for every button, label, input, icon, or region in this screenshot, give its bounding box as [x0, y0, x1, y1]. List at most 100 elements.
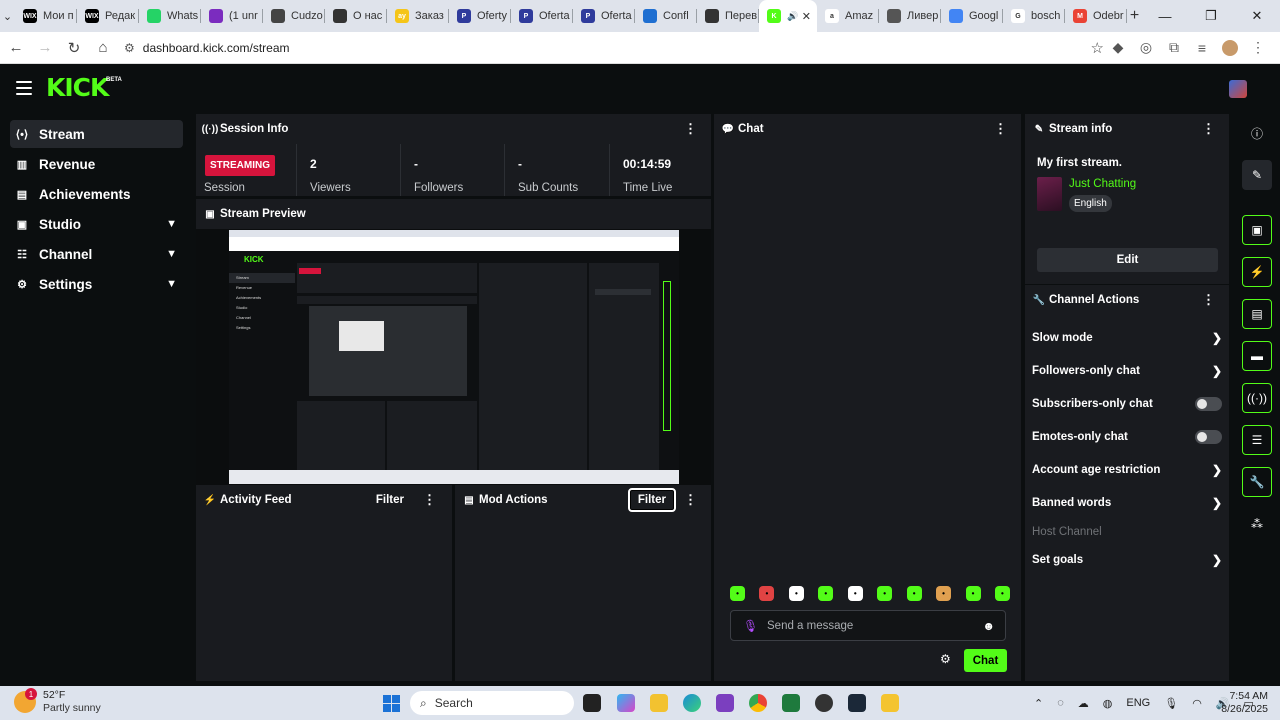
- excel-icon[interactable]: [782, 694, 800, 712]
- more-options-icon[interactable]: ⋮: [684, 121, 697, 137]
- wifi-icon[interactable]: ◠: [1192, 697, 1202, 710]
- app-icon[interactable]: [881, 694, 899, 712]
- extensions-puzzle-icon[interactable]: ⧉: [1160, 39, 1188, 56]
- chrome-icon[interactable]: [749, 694, 767, 712]
- browser-menu-icon[interactable]: ⋮: [1244, 39, 1272, 56]
- url-field[interactable]: ⚙ dashboard.kick.com/stream ☆: [124, 35, 1104, 61]
- language-indicator[interactable]: ENG: [1126, 697, 1150, 709]
- more-options-icon[interactable]: ⋮: [684, 492, 697, 508]
- user-avatar[interactable]: [1229, 80, 1247, 98]
- browser-tab[interactable]: Ливер: [879, 0, 941, 32]
- browser-tab[interactable]: Confl: [635, 0, 697, 32]
- close-tab-icon[interactable]: ✕: [802, 10, 811, 23]
- subscribers-only-toggle[interactable]: [1195, 397, 1222, 411]
- mod-filter-button[interactable]: Filter: [627, 488, 676, 512]
- emote-icon[interactable]: •: [877, 586, 893, 601]
- browser-tab[interactable]: ay Заказ: [387, 0, 449, 32]
- onedrive-icon[interactable]: ☁: [1078, 697, 1089, 710]
- browser-tab[interactable]: P Oferta: [511, 0, 573, 32]
- restore-icon[interactable]: ❐: [1188, 0, 1234, 32]
- emotes-only-toggle[interactable]: [1195, 430, 1222, 444]
- profile-avatar[interactable]: [1216, 39, 1244, 56]
- sidebar-item-settings[interactable]: ⚙ Settings ▼: [10, 270, 183, 298]
- pencil-icon[interactable]: ✎: [1242, 160, 1272, 190]
- browser-tab[interactable]: О нас: [325, 0, 387, 32]
- emote-icon[interactable]: •: [936, 586, 952, 601]
- emote-icon[interactable]: •: [818, 586, 834, 601]
- followers-only-row[interactable]: Followers-only chat ❯: [1032, 361, 1222, 381]
- broadcast-icon[interactable]: ((·)): [1242, 383, 1272, 413]
- chevron-up-icon[interactable]: ⌃: [1034, 697, 1043, 710]
- microphone-icon[interactable]: 🎙: [1164, 697, 1178, 710]
- chat-settings-gear-icon[interactable]: ⚙: [940, 652, 951, 666]
- sidebar-item-stream[interactable]: ⟨•⟩ Stream: [10, 120, 183, 148]
- site-info-icon[interactable]: ⚙: [124, 41, 135, 55]
- tray-app-icon[interactable]: ◍: [1103, 697, 1113, 710]
- file-explorer-icon[interactable]: [650, 694, 668, 712]
- browser-tab[interactable]: a Amaz: [817, 0, 879, 32]
- browser-tab[interactable]: Whats: [139, 0, 201, 32]
- copilot-icon[interactable]: [617, 694, 635, 712]
- browser-tab[interactable]: P Oferta: [573, 0, 635, 32]
- taskbar-search-box[interactable]: ⌕ Search: [410, 691, 574, 715]
- more-options-icon[interactable]: ⋮: [423, 492, 436, 508]
- sidebar-item-channel[interactable]: ☷ Channel ▼: [10, 240, 183, 268]
- bookmark-star-icon[interactable]: ☆: [1091, 39, 1104, 57]
- kick-logo[interactable]: KICK: [46, 75, 109, 101]
- more-options-icon[interactable]: ⋮: [1202, 292, 1215, 308]
- emoji-icon[interactable]: ☻: [982, 619, 995, 633]
- add-widget-icon[interactable]: ⁂: [1242, 509, 1272, 539]
- emote-icon[interactable]: •: [965, 586, 981, 601]
- emote-icon[interactable]: •: [759, 586, 775, 601]
- more-options-icon[interactable]: ⋮: [994, 121, 1007, 137]
- extension-icon[interactable]: ◆: [1104, 39, 1132, 56]
- app-icon[interactable]: [716, 694, 734, 712]
- emote-icon[interactable]: •: [994, 586, 1010, 601]
- browser-tab[interactable]: WIX Мои п: [15, 0, 77, 32]
- more-options-icon[interactable]: ⋮: [1202, 121, 1215, 137]
- minimize-icon[interactable]: —: [1142, 0, 1188, 32]
- browser-tab[interactable]: M Odebr: [1065, 0, 1127, 32]
- browser-tab[interactable]: Cudzo: [263, 0, 325, 32]
- task-view-icon[interactable]: [583, 694, 601, 712]
- banned-words-row[interactable]: Banned words ❯: [1032, 493, 1222, 513]
- emote-icon[interactable]: •: [730, 586, 745, 601]
- clock[interactable]: 7:54 AM 8/26/2025: [1218, 690, 1268, 716]
- sidebar-item-revenue[interactable]: ▥ Revenue: [10, 150, 183, 178]
- emote-icon[interactable]: •: [788, 586, 804, 601]
- lightning-icon[interactable]: ⚡: [1242, 257, 1272, 287]
- browser-tab[interactable]: P Oferty: [449, 0, 511, 32]
- tab-audio-icon[interactable]: 🔊: [787, 11, 798, 22]
- layout-icon[interactable]: ☰: [1242, 425, 1272, 455]
- browser-tab[interactable]: Gbosch: [1003, 0, 1065, 32]
- activity-filter-button[interactable]: Filter: [367, 489, 413, 511]
- menu-hamburger-icon[interactable]: [16, 81, 32, 95]
- info-icon[interactable]: ⓘ: [1242, 118, 1272, 148]
- chat-message-input[interactable]: 🎙 Send a message ☻: [730, 610, 1006, 641]
- weather-widget[interactable]: 1 52°F Partly sunny: [14, 688, 101, 715]
- chat-send-button[interactable]: Chat: [964, 649, 1007, 672]
- preview-frame-icon[interactable]: ▣: [1242, 215, 1272, 245]
- sidebar-item-studio[interactable]: ▣ Studio ▼: [10, 210, 183, 238]
- forward-icon[interactable]: →: [32, 35, 58, 61]
- account-age-row[interactable]: Account age restriction ❯: [1032, 460, 1222, 480]
- document-icon[interactable]: ▤: [1242, 299, 1272, 329]
- browser-tab[interactable]: K 🔊 ✕: [759, 0, 817, 32]
- chat-bubble-icon[interactable]: ▬: [1242, 341, 1272, 371]
- stream-preview-video[interactable]: KICK Stream Revenue Achievements Studio Chan…: [229, 230, 679, 484]
- steam-icon[interactable]: [848, 694, 866, 712]
- tray-app-icon[interactable]: ◌: [1057, 697, 1064, 709]
- tab-search-chevron-icon[interactable]: ⌄: [0, 0, 15, 32]
- media-control-icon[interactable]: ≡: [1188, 40, 1216, 56]
- browser-tab[interactable]: WIX Редак: [77, 0, 139, 32]
- slow-mode-row[interactable]: Slow mode ❯: [1032, 328, 1222, 348]
- browser-tab[interactable]: Перев: [697, 0, 759, 32]
- browser-tab[interactable]: Googl: [941, 0, 1003, 32]
- windows-start-icon[interactable]: [383, 695, 400, 712]
- microphone-icon[interactable]: 🎙: [743, 619, 758, 633]
- new-tab-button[interactable]: +: [1127, 7, 1142, 25]
- reload-icon[interactable]: ↻: [61, 35, 87, 61]
- wrench-icon[interactable]: 🔧: [1242, 467, 1272, 497]
- extension-icon[interactable]: ◎: [1132, 39, 1160, 56]
- sidebar-item-achievements[interactable]: ▤ Achievements: [10, 180, 183, 208]
